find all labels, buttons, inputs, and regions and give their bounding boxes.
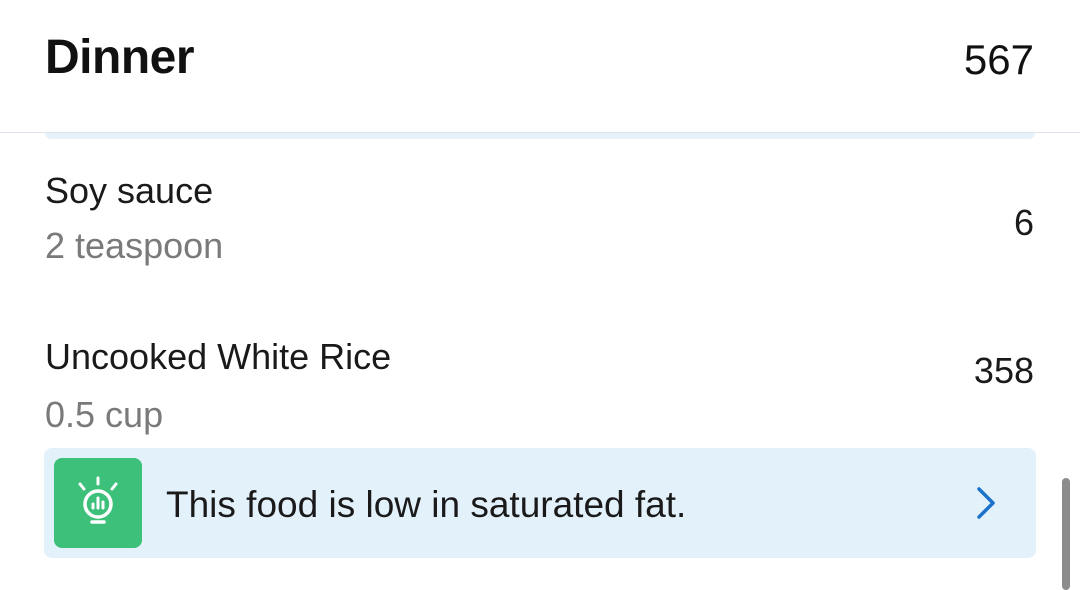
scrollbar[interactable] bbox=[1062, 478, 1070, 590]
food-calories: 6 bbox=[1013, 202, 1034, 243]
meal-title: Dinner bbox=[45, 31, 195, 84]
nutrition-insight-card[interactable]: This food is low in saturated fat. bbox=[44, 448, 1036, 558]
chevron-right-icon[interactable] bbox=[976, 486, 996, 525]
food-amount: 2 teaspoon bbox=[45, 225, 224, 266]
food-amount: 0.5 cup bbox=[45, 394, 164, 435]
food-calories: 358 bbox=[973, 350, 1034, 391]
lightbulb-icon bbox=[54, 458, 142, 548]
meal-header: Dinner 567 bbox=[0, 0, 1080, 133]
insight-text: This food is low in saturated fat. bbox=[166, 484, 687, 525]
meal-total-calories: 567 bbox=[963, 36, 1034, 83]
collapsed-card-edge bbox=[45, 133, 1035, 139]
food-name: Uncooked White Rice bbox=[45, 336, 392, 377]
food-item-white-rice[interactable]: Uncooked White Rice 0.5 cup 358 bbox=[0, 326, 1080, 446]
food-name: Soy sauce bbox=[45, 170, 214, 211]
food-item-soy-sauce[interactable]: Soy sauce 2 teaspoon 6 bbox=[0, 160, 1080, 280]
